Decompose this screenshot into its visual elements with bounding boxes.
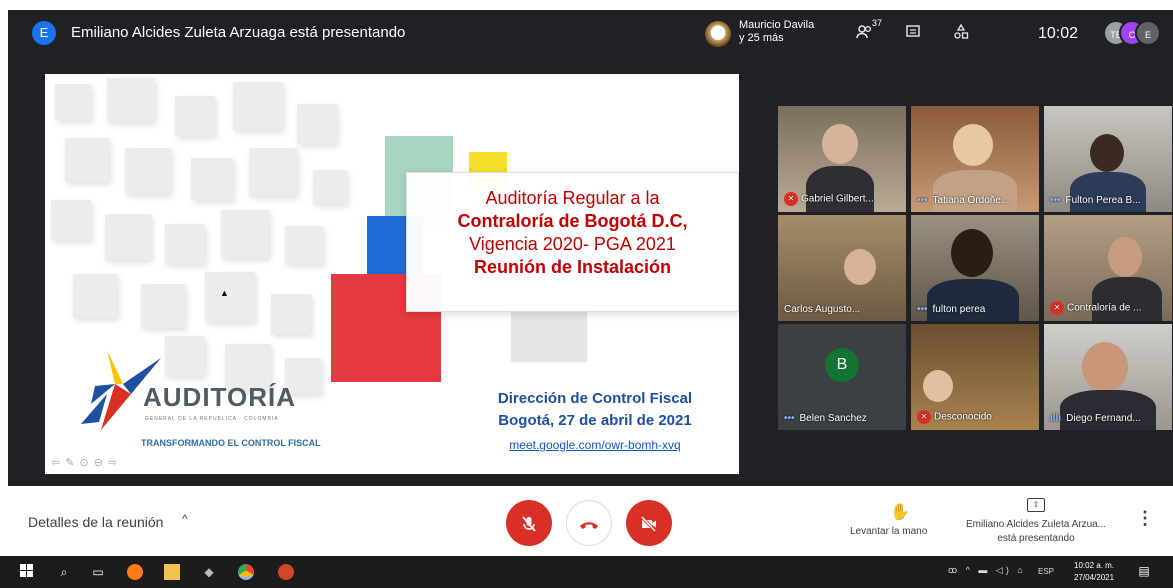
participant-label: ✕ Gabriel Gilbert... (784, 192, 874, 206)
active-speaker-info[interactable]: Mauricio Davila y 25 más (739, 19, 814, 45)
bottom-controls-bar: Detalles de la reunión ^ ✋ Levantar la m… (0, 486, 1173, 556)
participant-label: ••• Fulton Perea B... (1050, 195, 1141, 206)
speaking-dots-icon: ••• (784, 413, 795, 424)
more-options-icon[interactable]: ⋮ (1136, 508, 1154, 529)
presenter-title: Emiliano Alcides Zuleta Arzuaga está pre… (71, 24, 406, 41)
mic-toggle-button[interactable] (506, 500, 552, 546)
raise-hand-button[interactable]: Levantar la mano (850, 526, 927, 537)
logo-tagline: TRANSFORMANDO EL CONTROL FISCAL (141, 438, 321, 448)
slide-title-line-2: Contraloría de Bogotá D.C, (457, 211, 688, 231)
photos-icon[interactable]: ◆ (201, 564, 217, 580)
logo-name: AUDITORÍA (143, 382, 296, 412)
windows-taskbar: ⌕ ▭ ◆ ꝏ ^ ▬ ◁) ⌂ ESP 10:02 a. m. 27/04/2… (0, 556, 1173, 588)
mic-off-icon: ✕ (784, 192, 798, 206)
participant-label: ıllı Diego Fernand... (1050, 413, 1141, 424)
people-icon[interactable]: 37 (854, 18, 882, 44)
presentation-slide: Auditoría Regular a la Contraloría de Bo… (45, 74, 739, 474)
slide-direction: Dirección de Control Fiscal (497, 390, 693, 407)
language-indicator[interactable]: ESP (1038, 567, 1054, 576)
meeting-details-button[interactable]: Detalles de la reunión (28, 514, 163, 530)
participant-grid: ✕ Gabriel Gilbert... ••• Tatiana Ordoñe...… (778, 106, 1172, 430)
active-speaker-avatar (705, 21, 731, 47)
file-explorer-icon[interactable] (164, 564, 180, 580)
presenting-status[interactable]: Emiliano Alcides Zuleta Arzua... está pr… (956, 518, 1116, 546)
raise-hand-icon[interactable]: ✋ (890, 502, 910, 522)
audio-bars-icon: ıllı (1050, 413, 1062, 424)
speaking-dots-icon: ••• (917, 304, 928, 315)
presenter-avatar: E (32, 21, 56, 45)
speaking-dots-icon: ••• (1050, 195, 1061, 206)
participants-count: 37 (872, 18, 883, 28)
avatar: E (1135, 20, 1161, 46)
slide-title-line-1: Auditoría Regular a la (485, 188, 660, 208)
participant-tile[interactable]: ✕ Contraloría de ... (1044, 215, 1172, 321)
firefox-icon[interactable] (127, 564, 143, 580)
decor-grey-block (511, 304, 587, 362)
participant-tile[interactable]: B ••• Belen Sanchez (778, 324, 906, 430)
active-speaker-more: y 25 más (739, 32, 784, 44)
task-view-icon[interactable]: ▭ (90, 564, 106, 580)
slide-place-date: Bogotá, 27 de abril de 2021 (498, 412, 692, 429)
activities-icon[interactable] (950, 23, 972, 44)
slide-meet-link[interactable]: meet.google.com/owr-bomh-xvq (445, 438, 739, 452)
top-bar: E Emiliano Alcides Zuleta Arzuaga está p… (8, 10, 1173, 58)
participant-label: ••• fulton perea (917, 304, 986, 315)
meeting-clock: 10:02 (1038, 25, 1079, 42)
leave-call-button[interactable] (566, 500, 612, 546)
participant-label: ••• Tatiana Ordoñe... (917, 195, 1010, 206)
hang-up-icon (580, 521, 598, 529)
camera-off-icon (640, 515, 657, 532)
participant-label: ••• Belen Sanchez (784, 413, 867, 424)
mic-off-icon (522, 515, 536, 532)
camera-toggle-button[interactable] (626, 500, 672, 546)
participant-label: Carlos Augusto... (784, 304, 861, 315)
chat-icon[interactable] (902, 24, 924, 44)
participant-label: ✕ Desconocido (917, 410, 992, 424)
participant-tile[interactable]: ••• Tatiana Ordoñe... (911, 106, 1039, 212)
slide-title-line-3: Vigencia 2020- PGA 2021 (469, 234, 676, 254)
participant-tile[interactable]: ••• Fulton Perea B... (1044, 106, 1172, 212)
chevron-up-icon[interactable]: ^ (182, 512, 188, 526)
participant-tile[interactable]: ✕ Desconocido (911, 324, 1039, 430)
slide-title-box: Auditoría Regular a la Contraloría de Bo… (406, 172, 739, 312)
mouse-cursor-icon: ▲ (220, 288, 229, 298)
mic-off-icon: ✕ (1050, 301, 1064, 315)
windows-start-icon[interactable] (18, 564, 34, 580)
system-tray-icons[interactable]: ꝏ ^ ▬ ◁) ⌂ (948, 565, 1026, 576)
slide-controls[interactable]: ⇦ ✎ ⊙ ⊖ ⇨ (51, 456, 118, 469)
participant-label: ✕ Contraloría de ... (1050, 301, 1141, 315)
mic-off-icon: ✕ (917, 410, 931, 424)
chrome-icon[interactable] (238, 564, 254, 580)
participant-tile[interactable]: ••• fulton perea (911, 215, 1039, 321)
taskbar-clock[interactable]: 10:02 a. m. 27/04/2021 (1074, 560, 1114, 584)
participant-tile[interactable]: ıllı Diego Fernand... (1044, 324, 1172, 430)
slide-title-line-4: Reunión de Instalación (473, 257, 672, 277)
participant-tile[interactable]: Carlos Augusto... (778, 215, 906, 321)
powerpoint-icon[interactable] (278, 564, 294, 580)
search-icon[interactable]: ⌕ (56, 564, 72, 580)
logo-subtitle: GENERAL DE LA REPUBLICA · COLOMBIA (145, 416, 279, 422)
active-speaker-name: Mauricio Davila (739, 19, 815, 31)
notifications-icon[interactable]: ▤ (1136, 564, 1152, 580)
avatar: B (825, 348, 859, 382)
meet-stage: E Emiliano Alcides Zuleta Arzuaga está p… (8, 10, 1173, 486)
present-now-icon[interactable]: ⇧ (1027, 498, 1045, 512)
participant-tile[interactable]: ✕ Gabriel Gilbert... (778, 106, 906, 212)
speaking-dots-icon: ••• (917, 195, 928, 206)
